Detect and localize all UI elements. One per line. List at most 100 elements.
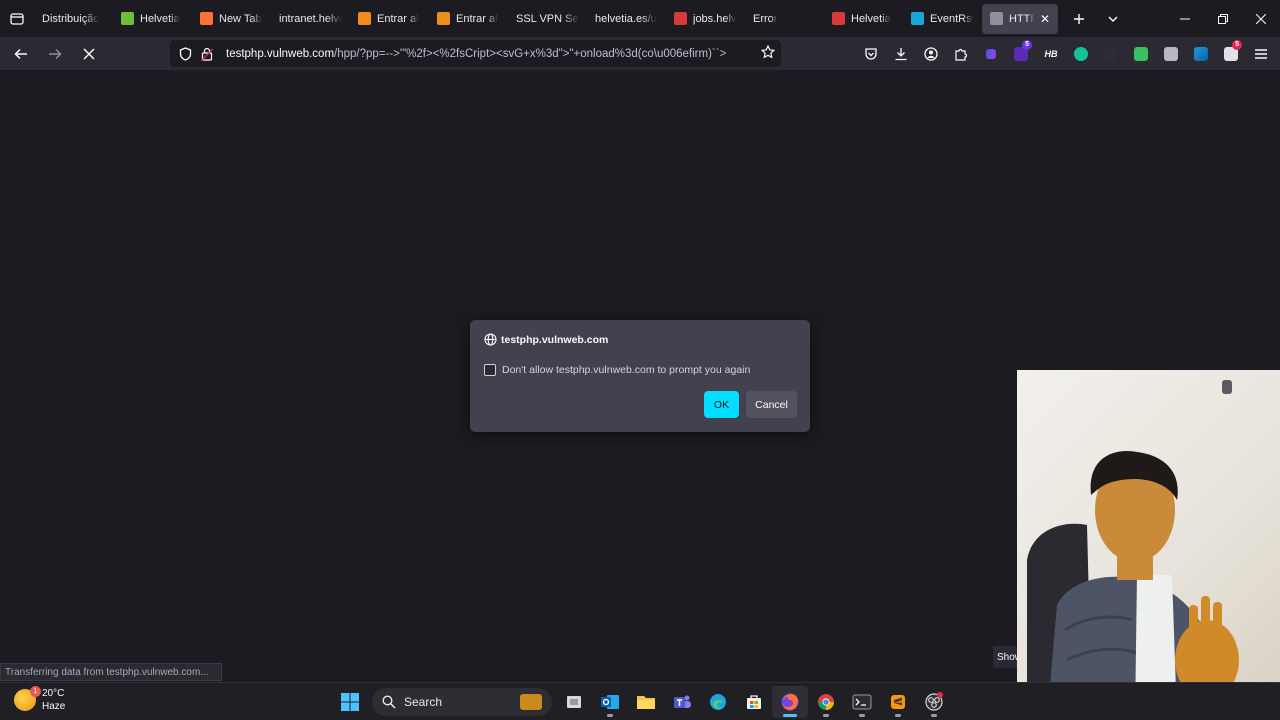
tab-8[interactable]: jobs.helv <box>666 4 745 34</box>
folder-icon <box>637 696 655 709</box>
tab-1[interactable]: Helvetia <box>113 4 192 34</box>
taskbar-task-view[interactable] <box>556 686 592 718</box>
tab-label: HTTP <box>1009 12 1034 25</box>
tab-7[interactable]: helvetia.es/u <box>587 4 666 34</box>
tab-10[interactable]: Helvetia <box>824 4 903 34</box>
dont-allow-label: Don't allow testphp.vulnweb.com to promp… <box>502 364 751 376</box>
address-bar[interactable]: testphp.vulnweb.com/hpp/?pp=-->'"%2f><%2… <box>170 40 781 67</box>
forward-button[interactable] <box>40 40 70 68</box>
taskbar-obs[interactable] <box>916 686 952 718</box>
tab-label: intranet.helve <box>279 12 342 25</box>
dont-allow-checkbox[interactable] <box>484 364 496 376</box>
weather-temp: 20°C <box>42 688 65 699</box>
tab-9[interactable]: Error <box>745 4 824 34</box>
tab-4[interactable]: Entrar al <box>350 4 429 34</box>
tab-2[interactable]: New Tab <box>192 4 271 34</box>
weather-widget[interactable]: 1 20°C Haze <box>14 686 65 713</box>
start-button[interactable] <box>332 686 368 718</box>
close-tab-icon[interactable]: ✕ <box>1040 12 1050 26</box>
downloads-button[interactable] <box>886 40 916 68</box>
weather-badge: 1 <box>30 686 41 697</box>
extensions-button[interactable] <box>946 40 976 68</box>
lock-warning-icon <box>201 47 213 61</box>
taskbar-search[interactable]: Search <box>372 688 552 716</box>
taskbar-teams[interactable] <box>664 686 700 718</box>
dont-allow-checkbox-row[interactable]: Don't allow testphp.vulnweb.com to promp… <box>484 364 750 376</box>
minimize-icon <box>1180 18 1190 19</box>
extension-red[interactable]: 5 <box>1216 39 1246 68</box>
firefox-view-button[interactable] <box>0 0 34 37</box>
sublime-text-icon <box>891 695 905 709</box>
tab-label: jobs.helv <box>693 12 737 25</box>
presenter-video-frame <box>1027 380 1239 720</box>
taskbar-sublime[interactable] <box>880 686 916 718</box>
tab-11[interactable]: EventRsv <box>903 4 982 34</box>
extension-wappalyzer[interactable] <box>976 40 1006 68</box>
back-button[interactable] <box>6 40 36 68</box>
extension-ublock[interactable]: 5 <box>1006 39 1036 68</box>
site-info-button[interactable] <box>198 45 216 63</box>
extension-grey[interactable] <box>1156 40 1186 68</box>
taskbar-chrome[interactable] <box>808 686 844 718</box>
screenshot-icon <box>1164 46 1178 61</box>
taskbar-store[interactable] <box>736 686 772 718</box>
tab-0[interactable]: Distribuição <box>34 4 113 34</box>
tab-3[interactable]: intranet.helve <box>271 4 350 34</box>
extension-grammarly[interactable] <box>1066 40 1096 68</box>
extension-green[interactable] <box>1126 40 1156 68</box>
running-indicator <box>783 714 797 717</box>
extension-dark[interactable] <box>1096 40 1126 68</box>
bookmark-star-button[interactable] <box>760 44 776 64</box>
toolbar-extensions: 5 HB 5 <box>856 37 1276 70</box>
extension-badge: 5 <box>1022 39 1032 50</box>
taskbar-firefox[interactable] <box>772 686 808 718</box>
hamburger-menu-icon <box>1255 48 1267 59</box>
app-menu-button[interactable] <box>1246 40 1276 68</box>
url-text: testphp.vulnweb.com/hpp/?pp=-->'"%2f><%2… <box>226 48 746 60</box>
weather-sun-icon: 1 <box>14 686 41 711</box>
account-button[interactable] <box>916 40 946 68</box>
tab-favicon-icon <box>200 12 213 25</box>
taskbar-edge[interactable] <box>700 686 736 718</box>
restore-icon <box>1218 13 1228 24</box>
chrome-icon <box>818 694 834 710</box>
confirm-dialog: testphp.vulnweb.com Don't allow testphp.… <box>470 320 810 432</box>
tab-favicon-icon <box>121 12 134 25</box>
screen: Distribuição Helvetia New Tab intranet.helv… <box>0 0 1280 720</box>
ok-button[interactable]: OK <box>704 391 739 418</box>
taskbar-terminal[interactable] <box>844 686 880 718</box>
close-window-button[interactable] <box>1242 0 1280 37</box>
tab-favicon-icon <box>674 12 687 25</box>
extension-proxy[interactable] <box>1186 40 1216 68</box>
arrow-right-icon <box>49 48 62 59</box>
tab-strip: Distribuição Helvetia New Tab intranet.helv… <box>0 0 1280 37</box>
tab-label: Helvetia <box>851 12 891 25</box>
taskbar-file-explorer[interactable] <box>628 686 664 718</box>
task-view-icon <box>567 696 581 708</box>
chevron-down-icon <box>1108 16 1118 22</box>
list-all-tabs-button[interactable] <box>1096 4 1130 34</box>
globe-icon <box>484 333 497 346</box>
extension-hackbar[interactable]: HB <box>1036 40 1066 68</box>
minimize-button[interactable] <box>1166 0 1204 37</box>
tab-label: New Tab <box>219 12 262 25</box>
tab-5[interactable]: Entrar al <box>429 4 508 34</box>
arrow-left-icon <box>14 48 27 59</box>
status-panel: Transferring data from testphp.vulnweb.c… <box>0 663 222 681</box>
tab-favicon-icon <box>832 12 845 25</box>
tab-label: Distribuição <box>42 12 100 25</box>
taskbar-outlook[interactable] <box>592 686 628 718</box>
terminal-icon <box>852 694 872 710</box>
restore-button[interactable] <box>1204 0 1242 37</box>
tab-12[interactable]: HTTP ✕ <box>982 3 1058 34</box>
stop-icon <box>83 47 95 60</box>
stop-button[interactable] <box>74 40 104 68</box>
tab-6[interactable]: SSL VPN Serv <box>508 4 587 34</box>
cancel-button[interactable]: Cancel <box>746 391 797 418</box>
new-tab-button[interactable] <box>1062 4 1096 34</box>
hackbar-icon: HB <box>1044 48 1058 59</box>
tracking-protection-button[interactable] <box>176 45 194 63</box>
search-icon <box>382 695 396 709</box>
tab-label: Entrar al <box>377 12 419 25</box>
pocket-button[interactable] <box>856 40 886 68</box>
